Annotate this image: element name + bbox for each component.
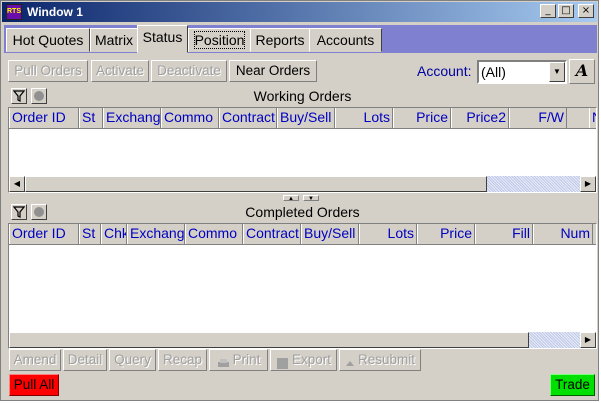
scroll-right-icon[interactable]: ▶ [580, 332, 596, 348]
tab-label: Reports [255, 32, 305, 48]
scroll-thumb[interactable] [25, 176, 487, 192]
resubmit-button[interactable]: Resubmit [339, 349, 421, 371]
font-button[interactable]: A [569, 59, 595, 84]
tab-hot-quotes[interactable]: Hot Quotes [6, 28, 90, 52]
column-header[interactable]: Commo [185, 224, 243, 244]
recap-button[interactable]: Recap [158, 349, 207, 371]
up-arrow-icon [345, 355, 355, 366]
column-header[interactable]: Buy/Sell [277, 108, 335, 128]
main-window: RTS Window 1 _ □ × Hot Quotes Matrix Sta… [0, 0, 599, 401]
scroll-track[interactable] [487, 176, 580, 192]
completed-orders-bar: Completed Orders [8, 203, 597, 221]
tab-label: Hot Quotes [12, 32, 84, 48]
tab-reports[interactable]: Reports [250, 28, 310, 52]
working-orders-grid[interactable]: Order ID St Exchang Commo Contract Buy/S… [8, 107, 597, 193]
column-header[interactable]: Exchang [127, 224, 185, 244]
tab-status[interactable]: Status [137, 25, 188, 53]
tab-position[interactable]: Position [188, 28, 251, 52]
splitter-down-icon[interactable]: ▼ [303, 195, 319, 202]
column-header[interactable]: Contract [219, 108, 277, 128]
chevron-down-icon[interactable]: ▼ [549, 62, 565, 82]
completed-orders-grid[interactable]: Order ID St Chk Exchang Commo Contract B… [8, 223, 597, 349]
app-icon: RTS [6, 4, 22, 20]
tab-label: Status [142, 29, 183, 45]
deactivate-button[interactable]: Deactivate [151, 60, 227, 82]
splitter-up-icon[interactable]: ▲ [283, 195, 299, 202]
horizontal-scrollbar[interactable]: ◀ ▶ [9, 176, 596, 192]
column-header[interactable]: Price [393, 108, 451, 128]
column-header[interactable]: Order ID [9, 108, 79, 128]
working-orders-header: Order ID St Exchang Commo Contract Buy/S… [9, 108, 596, 129]
export-icon [276, 355, 289, 369]
amend-button[interactable]: Amend [9, 349, 61, 371]
detail-button[interactable]: Detail [63, 349, 107, 371]
column-header[interactable]: Order ID [9, 224, 79, 244]
minimize-button[interactable]: _ [540, 4, 556, 18]
export-label: Export [291, 352, 332, 367]
column-header[interactable]: Fill [475, 224, 533, 244]
account-select[interactable]: (All) ▼ [477, 60, 567, 84]
scroll-left-icon[interactable]: ◀ [9, 176, 25, 192]
print-button[interactable]: Print [209, 349, 268, 371]
column-header[interactable]: F/W [509, 108, 567, 128]
printer-icon [217, 355, 230, 367]
trade-button[interactable]: Trade [550, 374, 595, 396]
tab-accounts[interactable]: Accounts [309, 28, 382, 52]
column-header[interactable]: Lots [359, 224, 417, 244]
column-header[interactable]: Price [417, 224, 475, 244]
pull-all-button[interactable]: Pull All [9, 374, 59, 396]
tab-label: Position [193, 31, 246, 49]
scroll-thumb[interactable] [9, 332, 529, 348]
near-orders-button[interactable]: Near Orders [229, 60, 317, 82]
working-orders-bar: Working Orders [8, 87, 597, 105]
print-label: Print [232, 352, 261, 367]
column-header[interactable]: N [589, 108, 596, 128]
window-title: Window 1 [27, 5, 83, 19]
column-header[interactable]: Price2 [451, 108, 509, 128]
tab-matrix[interactable]: Matrix [90, 28, 138, 52]
column-header[interactable]: St [79, 108, 103, 128]
scroll-track[interactable] [529, 332, 580, 348]
column-header[interactable]: Buy/Sell [301, 224, 359, 244]
title-bar[interactable]: RTS Window 1 _ □ × [2, 2, 597, 22]
column-header[interactable]: Exchang [103, 108, 161, 128]
query-button[interactable]: Query [109, 349, 156, 371]
column-header[interactable]: Contract [243, 224, 301, 244]
working-orders-title: Working Orders [253, 88, 352, 104]
close-button[interactable]: × [578, 4, 594, 18]
pull-orders-button[interactable]: Pull Orders [8, 60, 88, 82]
account-label: Account: [417, 63, 472, 79]
splitter[interactable]: ▲ ▼ [283, 195, 323, 202]
tab-label: Accounts [316, 32, 375, 48]
resubmit-label: Resubmit [357, 352, 416, 367]
column-header[interactable]: Num [533, 224, 593, 244]
column-header[interactable]: Lots [335, 108, 393, 128]
activate-button[interactable]: Activate [91, 60, 149, 82]
scroll-right-icon[interactable]: ▶ [580, 176, 596, 192]
completed-orders-title: Completed Orders [245, 204, 360, 220]
column-header[interactable]: St [79, 224, 101, 244]
column-header[interactable]: Chk [101, 224, 127, 244]
tab-strip: Hot Quotes Matrix Status Position Report… [4, 25, 597, 53]
export-button[interactable]: Export [270, 349, 337, 371]
completed-orders-header: Order ID St Chk Exchang Commo Contract B… [9, 224, 596, 245]
horizontal-scrollbar[interactable]: ▶ [9, 332, 596, 348]
maximize-button[interactable]: □ [558, 4, 574, 18]
column-header[interactable]: Commo [161, 108, 219, 128]
account-value: (All) [481, 64, 506, 80]
tab-label: Matrix [94, 32, 134, 48]
